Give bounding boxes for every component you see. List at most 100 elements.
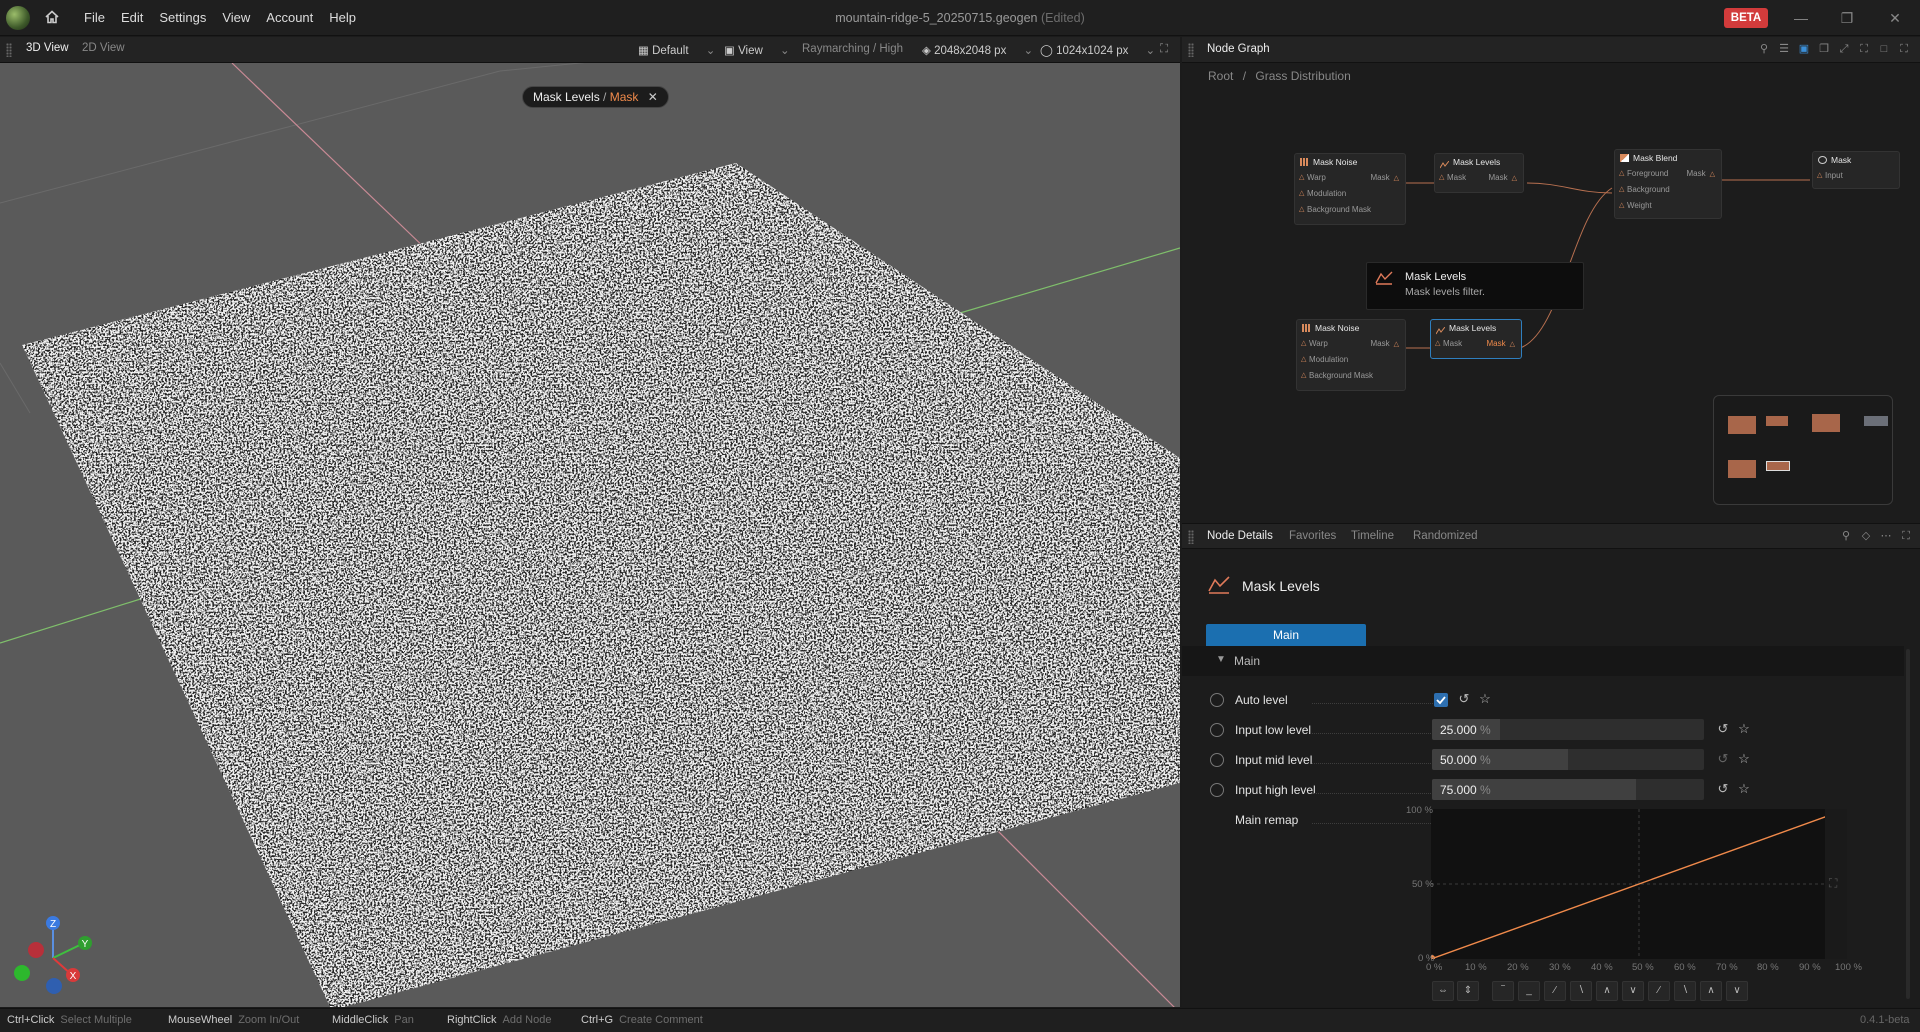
restore-icon[interactable]: ❐ — [1838, 9, 1856, 27]
preview-pill[interactable]: Mask Levels / Mask ✕ — [522, 86, 669, 108]
more-icon[interactable]: ⋯ — [1880, 530, 1892, 542]
node-details-panel: Mask Levels Main ▼ Main Auto level ↺ ☆ I… — [1182, 549, 1920, 1007]
auto-level-checkbox[interactable] — [1434, 693, 1448, 707]
port-modulation[interactable]: Modulation — [1309, 355, 1348, 364]
node-graph-canvas[interactable]: Root / Grass Distribution Mask Noise △ Wa… — [1182, 63, 1920, 523]
port-weight[interactable]: Weight — [1627, 201, 1652, 210]
port-output[interactable]: Mask — [1488, 173, 1507, 182]
port-output[interactable]: Mask — [1370, 173, 1389, 182]
favorite-star-icon[interactable]: ☆ — [1737, 752, 1751, 766]
param-auto-level: Auto level ↺ ☆ — [1182, 685, 1904, 715]
tab-favorites[interactable]: Favorites — [1289, 530, 1336, 542]
scrollbar[interactable] — [1906, 649, 1910, 999]
curve-preset-ease-up-icon[interactable]: ∕ — [1648, 981, 1670, 1001]
curve-x-tick: 60 % — [1674, 962, 1696, 973]
port-warp[interactable]: Warp — [1307, 173, 1326, 182]
tag-icon[interactable]: ◇ — [1860, 530, 1872, 542]
favorite-star-icon[interactable]: ☆ — [1478, 692, 1492, 706]
node-mask-noise-1[interactable]: Mask Noise △ Warp Mask △ △ Modulation △ Backg… — [1294, 153, 1406, 225]
input-high-level-slider[interactable]: 75.000 % — [1432, 779, 1704, 800]
tab-timeline[interactable]: Timeline — [1351, 530, 1394, 542]
param-label: Input mid level — [1235, 753, 1313, 767]
flip-horizontal-icon[interactable]: ⇔ — [1432, 981, 1454, 1001]
expose-radio[interactable] — [1210, 783, 1224, 797]
maximize-icon[interactable]: ⛶ — [1898, 43, 1910, 55]
minimize-icon[interactable]: — — [1792, 9, 1810, 27]
search-icon[interactable]: ⚲ — [1840, 530, 1852, 542]
panel-grip-icon[interactable] — [6, 43, 12, 57]
tab-node-details[interactable]: Node Details — [1207, 530, 1273, 542]
minimap[interactable] — [1713, 395, 1893, 505]
panel-grip-icon[interactable] — [1188, 43, 1194, 57]
curve-preset-linear-up-icon[interactable]: ∕ — [1544, 981, 1566, 1001]
port-background-mask[interactable]: Background Mask — [1307, 205, 1371, 214]
flip-vertical-icon[interactable]: ⇕ — [1457, 981, 1479, 1001]
tab-main[interactable]: Main — [1206, 624, 1366, 646]
render-mode[interactable]: Raymarching / High — [802, 43, 903, 55]
favorite-star-icon[interactable]: ☆ — [1737, 722, 1751, 736]
tab-3d-view[interactable]: 3D View — [26, 42, 69, 54]
search-icon[interactable]: ⚲ — [1758, 43, 1770, 55]
node-mask-blend[interactable]: Mask Blend △ Foreground Mask △ △ Background … — [1614, 149, 1722, 219]
globe-icon: ◯ — [1040, 45, 1053, 57]
port-warp[interactable]: Warp — [1309, 339, 1328, 348]
section-main[interactable]: ▼ Main — [1182, 646, 1904, 676]
curve-preset-flat-low-icon[interactable]: _ — [1518, 981, 1540, 1001]
port-modulation[interactable]: Modulation — [1307, 189, 1346, 198]
curve-preset-ease-down-icon[interactable]: ∖ — [1674, 981, 1696, 1001]
expand-curve-icon[interactable]: ⛶ — [1829, 876, 1837, 891]
axis-gizmo[interactable]: Z Y X — [8, 913, 98, 1003]
curve-preset-sharp-valley-icon[interactable]: ∨ — [1726, 981, 1748, 1001]
reset-icon[interactable]: ↺ — [1716, 722, 1730, 736]
preset-dropdown[interactable]: ▦ Default ⌄ — [638, 43, 715, 57]
close-window-icon[interactable]: ✕ — [1886, 9, 1904, 27]
port-output[interactable]: Mask — [1686, 169, 1705, 178]
port-mask[interactable]: Mask — [1443, 339, 1462, 348]
expose-radio[interactable] — [1210, 753, 1224, 767]
node-mask-levels-1[interactable]: Mask Levels △ Mask Mask △ — [1434, 153, 1524, 193]
curve-preset-sharp-peak-icon[interactable]: ∧ — [1700, 981, 1722, 1001]
port-background-mask[interactable]: Background Mask — [1309, 371, 1373, 380]
curve-preset-peak-icon[interactable]: ∧ — [1596, 981, 1618, 1001]
collapse-icon[interactable]: ⤢ — [1838, 43, 1850, 55]
remap-curve-editor[interactable]: ⛶ — [1431, 809, 1847, 959]
curve-preset-valley-icon[interactable]: ∨ — [1622, 981, 1644, 1001]
texture-resolution-dropdown[interactable]: ◈ 2048x2048 px ⌄ — [922, 43, 1033, 57]
slider-unit: % — [1480, 753, 1491, 767]
file-name: mountain-ridge-5_20250715.geogen — [835, 11, 1038, 25]
reset-icon[interactable]: ↺ — [1457, 692, 1471, 706]
curve-preset-linear-down-icon[interactable]: ∖ — [1570, 981, 1592, 1001]
tab-randomized[interactable]: Randomized — [1413, 530, 1478, 542]
node-mask-noise-2[interactable]: Mask Noise △ Warp Mask △ △ Modulation △ Backg… — [1296, 319, 1406, 391]
grid-view-icon[interactable]: ▣ — [1798, 43, 1810, 55]
output-resolution-dropdown[interactable]: ◯ 1024x1024 px ⌄ — [1040, 43, 1155, 57]
list-icon[interactable]: ☰ — [1778, 43, 1790, 55]
node-mask-levels-2-selected[interactable]: Mask Levels △ Mask Mask △ — [1430, 319, 1522, 359]
viewport-3d[interactable]: Mask Levels / Mask ✕ Z Y X — [0, 63, 1180, 1007]
reset-icon[interactable]: ↺ — [1716, 752, 1730, 766]
node-mask-output[interactable]: Mask △ Input — [1812, 151, 1900, 189]
panel-grip-icon[interactable] — [1188, 530, 1194, 544]
view-dropdown[interactable]: ▣ View ⌄ — [724, 43, 790, 57]
input-low-level-slider[interactable]: 25.000 % — [1432, 719, 1704, 740]
maximize-icon[interactable]: ⛶ — [1900, 530, 1912, 542]
curve-preset-flat-high-icon[interactable]: ‾ — [1492, 981, 1514, 1001]
input-mid-level-slider[interactable]: 50.000 % — [1432, 749, 1704, 770]
maximize-icon[interactable]: ⛶ — [1160, 43, 1168, 56]
expose-radio[interactable] — [1210, 723, 1224, 737]
reset-icon[interactable]: ↺ — [1716, 782, 1730, 796]
expose-radio[interactable] — [1210, 693, 1224, 707]
port-input[interactable]: Input — [1825, 171, 1843, 180]
layers-icon[interactable]: ❐ — [1818, 43, 1830, 55]
port-output[interactable]: Mask — [1486, 339, 1505, 348]
port-mask[interactable]: Mask — [1447, 173, 1466, 182]
frame-icon[interactable]: □ — [1878, 43, 1890, 55]
shortcut-hint: MiddleClick Pan — [332, 1014, 414, 1026]
port-foreground[interactable]: Foreground — [1627, 169, 1668, 178]
favorite-star-icon[interactable]: ☆ — [1737, 782, 1751, 796]
fit-view-icon[interactable]: ⛶ — [1858, 43, 1870, 55]
port-background[interactable]: Background — [1627, 185, 1670, 194]
port-output[interactable]: Mask — [1370, 339, 1389, 348]
close-icon[interactable]: ✕ — [648, 90, 658, 104]
tab-2d-view[interactable]: 2D View — [82, 42, 125, 54]
